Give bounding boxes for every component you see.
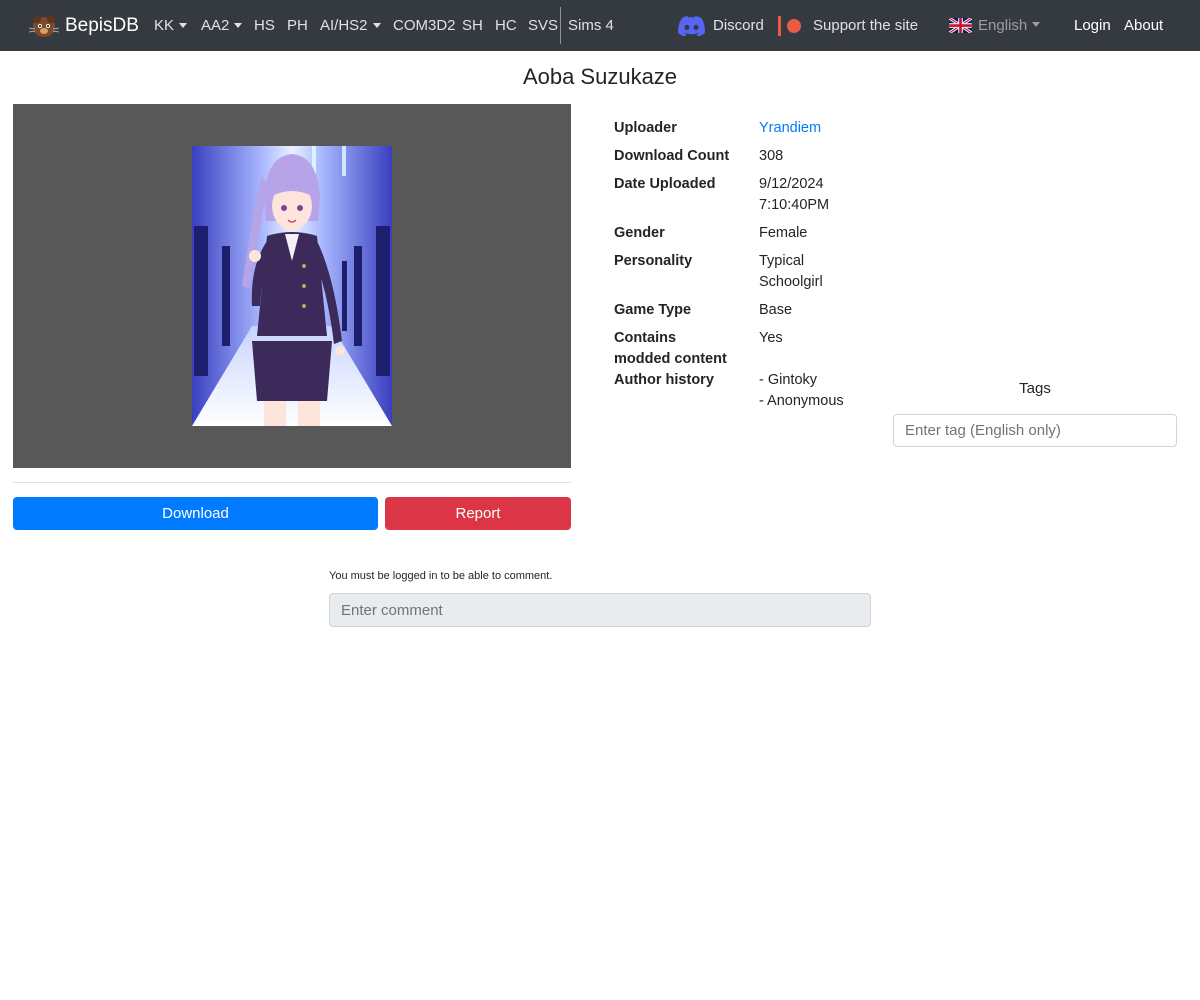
card-image-container [13, 104, 571, 468]
nav-item-hs[interactable]: HS [254, 0, 275, 51]
download-count-label: Download Count [614, 148, 730, 164]
nav-item-label: SH [462, 17, 483, 34]
language-selector[interactable]: English [949, 0, 1041, 51]
author-history-item: - Gintoky [759, 372, 818, 388]
game-type-value: Base [759, 302, 793, 318]
author-history-list: - Gintoky - Anonymous [759, 370, 844, 412]
comment-login-notice: You must be logged in to be able to comm… [329, 570, 553, 582]
caret-down-icon [234, 22, 243, 28]
nav-item-com3d2[interactable]: COM3D2 [393, 0, 456, 51]
brand-link[interactable]: BepisDB [29, 0, 139, 51]
nav-item-ph[interactable]: PH [287, 0, 308, 51]
nav-item-label: AI/HS2 [320, 17, 368, 34]
patreon-icon [778, 15, 781, 36]
nav-item-label: HS [254, 17, 275, 34]
uk-flag-icon [949, 18, 972, 33]
report-button[interactable]: Report [385, 497, 571, 530]
modded-label-line: modded content [614, 351, 727, 367]
nav-item-aa2[interactable]: AA2 [201, 0, 243, 51]
date-uploaded-value: 9/12/2024 7:10:40PM [759, 174, 829, 216]
discord-icon [678, 15, 705, 36]
patreon-dot-icon [787, 18, 801, 33]
modded-content-value: Yes [759, 330, 783, 346]
author-history-label: Author history [614, 372, 714, 388]
brand-name: BepisDB [65, 14, 139, 36]
nav-item-hc[interactable]: HC [495, 0, 517, 51]
nav-item-label: Sims 4 [568, 17, 614, 34]
bepis-logo-icon [29, 14, 59, 37]
date-uploaded-date: 9/12/2024 [759, 176, 824, 192]
divider [13, 482, 571, 483]
nav-item-svs[interactable]: SVS [528, 0, 558, 51]
date-uploaded-label: Date Uploaded [614, 176, 716, 192]
nav-item-label: HC [495, 17, 517, 34]
discord-label: Discord [713, 17, 764, 34]
login-link[interactable]: Login [1074, 0, 1111, 51]
language-label: English [978, 17, 1028, 34]
comment-input[interactable] [329, 593, 871, 627]
caret-down-icon [372, 22, 381, 28]
nav-divider [560, 7, 561, 44]
personality-value: Typical Schoolgirl [759, 251, 823, 293]
page-title: Aoba Suzukaze [522, 64, 678, 89]
caret-down-icon [1032, 22, 1041, 27]
support-label: Support the site [813, 17, 919, 34]
gender-label: Gender [614, 225, 665, 241]
download-count-value: 308 [759, 148, 784, 164]
nav-item-kk[interactable]: KK [154, 0, 188, 51]
uploader-link[interactable]: Yrandiem [759, 118, 821, 139]
personality-line: Typical [759, 253, 805, 269]
caret-down-icon [179, 22, 188, 28]
modded-content-label: Contains modded content [614, 328, 727, 370]
nav-item-sh[interactable]: SH [462, 0, 483, 51]
nav-item-label: SVS [528, 17, 559, 34]
uploader-label: Uploader [614, 120, 677, 136]
character-card-image[interactable] [192, 146, 392, 426]
download-button[interactable]: Download [13, 497, 378, 530]
personality-line: Schoolgirl [759, 274, 823, 290]
date-uploaded-time: 7:10:40PM [759, 197, 830, 213]
nav-item-label: KK [154, 17, 175, 34]
discord-link[interactable]: Discord [678, 0, 764, 51]
tags-heading: Tags [1019, 380, 1051, 397]
game-type-label: Game Type [614, 302, 692, 318]
nav-item-label: PH [287, 17, 308, 34]
gender-value: Female [759, 225, 808, 241]
top-navbar: BepisDB KK AA2 HS PH AI/HS2 COM3D2 SH HC… [0, 0, 1200, 51]
author-history-item: - Anonymous [759, 393, 844, 409]
nav-item-label: AA2 [201, 17, 230, 34]
personality-label: Personality [614, 253, 693, 269]
tag-input[interactable] [893, 414, 1177, 447]
modded-label-line: Contains [614, 330, 677, 346]
support-link[interactable]: Support the site [778, 0, 918, 51]
about-link[interactable]: About [1124, 0, 1163, 51]
nav-item-label: COM3D2 [393, 17, 456, 34]
nav-item-ai-hs2[interactable]: AI/HS2 [320, 0, 381, 51]
nav-item-sims4[interactable]: Sims 4 [568, 0, 614, 51]
